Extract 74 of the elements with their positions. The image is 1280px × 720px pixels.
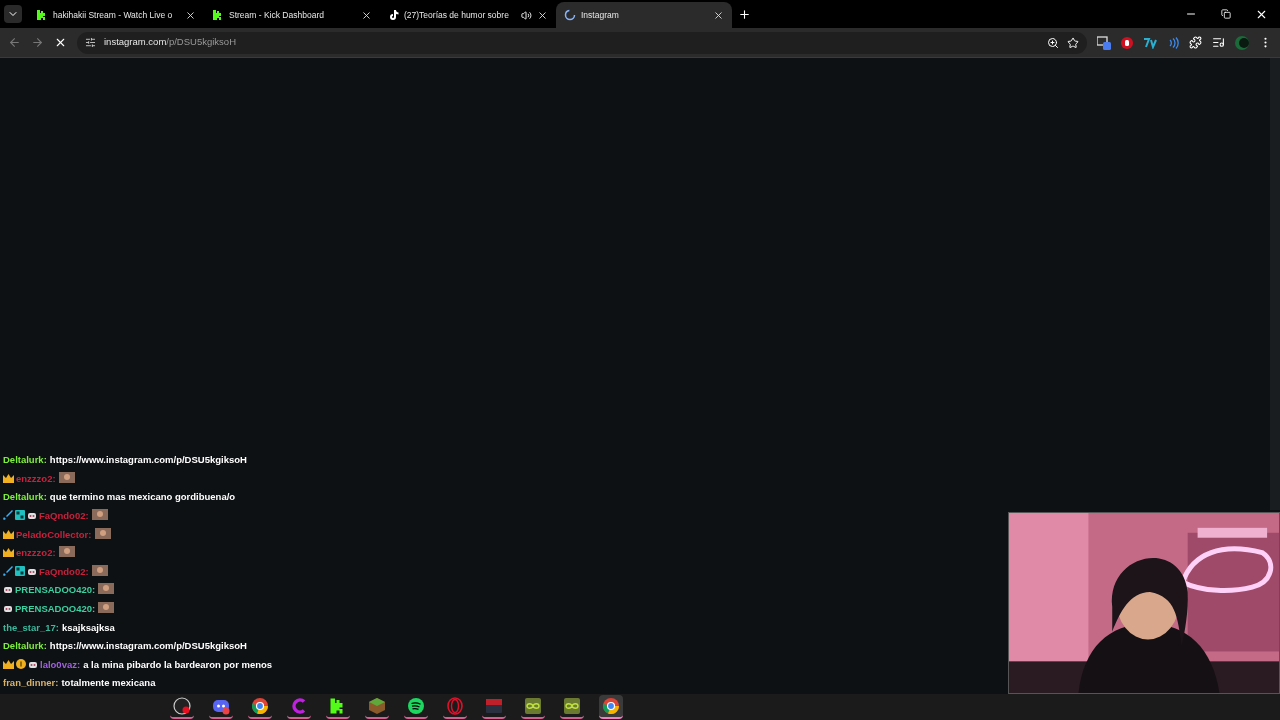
k-logo-icon [212,9,224,21]
chat-message: ksajksajksa [62,621,115,633]
browser-tab[interactable]: Stream - Kick Dashboard [204,2,380,28]
forward-icon[interactable] [31,36,44,49]
emote-icon [94,527,111,539]
emote-icon [58,546,75,558]
chat-username: enzzzo2: [16,547,56,559]
chat-username: PRENSADOO420: [15,603,96,615]
emote-icon [98,602,115,614]
tab-title: hakihakii Stream - Watch Live o [53,8,174,22]
tab-search-button[interactable] [4,5,22,23]
crown-icon [3,547,14,558]
emote-icon [98,583,115,595]
emote-icon [91,509,108,521]
chat-username: FaQndo02: [39,510,89,522]
zoom-icon[interactable] [1047,36,1059,49]
close-icon[interactable] [537,9,548,21]
grid-badge-icon [15,510,25,521]
hand-icon[interactable] [1121,36,1133,49]
coin-icon [16,658,26,669]
stop-icon[interactable] [54,36,67,49]
chat-username: enzzzo2: [16,472,56,484]
bookmark-star-icon[interactable] [1067,36,1079,49]
close-icon[interactable] [713,9,724,21]
chat-message: a la mina pibardo la bardearon por menos [83,658,273,670]
robot-icon [27,510,37,521]
extensions-icon[interactable] [1189,36,1202,49]
emote-icon [58,471,75,483]
note-icon [388,9,399,21]
crown-icon [3,528,14,539]
site-settings-icon[interactable] [85,37,96,48]
sword-icon [3,565,13,576]
back-icon[interactable] [8,36,21,49]
sword-icon [3,510,13,521]
crown-icon [3,658,14,669]
tab-title: (27)Teorías de humor sobre [404,8,510,22]
k-logo-icon [36,9,48,21]
chat-username: fran_dinner: [3,677,59,689]
extension-icon[interactable] [1143,36,1157,49]
chat-message: que termino mas mexicano gordibuena/o [49,491,236,503]
chat-message: https://www.instagram.com/p/DSU5kgiksoH [49,640,247,652]
chat-username: PeladoCollector: [16,528,92,540]
close-icon[interactable] [185,9,196,21]
media-controls-icon[interactable] [1212,36,1225,49]
chat-username: Deltalurk: [3,640,47,652]
chat-username: lalo0vaz: [40,658,81,670]
url-text: instagram.com/p/DSU5kgiksoH [104,35,236,50]
emote-icon [91,564,108,576]
tab-title: Instagram [581,8,620,22]
chat-username: Deltalurk: [3,491,47,503]
crown-icon [3,472,14,483]
restore-icon[interactable] [1221,9,1231,19]
scrollbar[interactable] [1270,58,1280,510]
chat-username: PRENSADOO420: [15,584,96,596]
chat-username: Deltalurk: [3,454,47,466]
profile-avatar-icon[interactable] [1235,35,1249,50]
tab-title: Stream - Kick Dashboard [229,8,325,22]
new-tab-icon[interactable] [738,7,751,21]
robot-icon [3,603,13,614]
chat-message: totalmente mexicana [61,677,156,689]
browser-tab[interactable]: hakihakii Stream - Watch Live o [28,2,204,28]
cast-icon[interactable] [1097,35,1111,50]
signal-waves-icon[interactable] [1167,36,1179,49]
chat-username: FaQndo02: [39,565,89,577]
robot-icon [3,584,13,595]
loading-icon [564,9,576,21]
chat-message: https://www.instagram.com/p/DSU5kgiksoH [49,454,247,466]
chat-username: the_star_17: [3,621,59,633]
address-bar[interactable]: instagram.com/p/DSU5kgiksoH [77,31,1087,54]
browser-tab[interactable]: Instagram [556,2,732,28]
close-icon[interactable] [361,9,372,21]
browser-tab[interactable]: (27)Teorías de humor sobre [380,2,556,28]
speaker-icon[interactable] [521,9,532,21]
grid-badge-icon [15,565,25,576]
